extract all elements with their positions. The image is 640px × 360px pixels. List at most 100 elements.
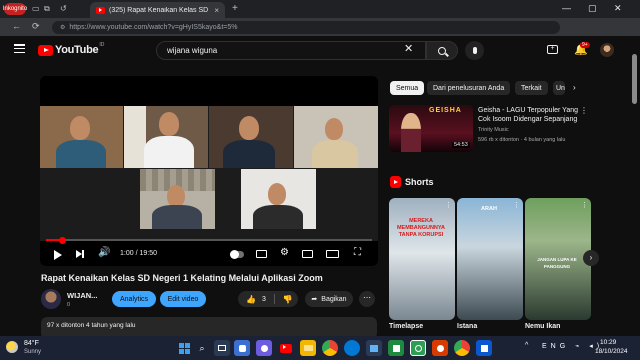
- shorts-heading: Shorts: [405, 177, 434, 187]
- dislike-thumb-icon[interactable]: 👎: [283, 295, 293, 304]
- share-button[interactable]: ➦ Bagikan: [305, 291, 353, 307]
- channel-avatar[interactable]: [41, 289, 61, 309]
- incognito-profile-button[interactable]: Inkognito: [3, 3, 27, 15]
- progress-scrubber[interactable]: [59, 236, 67, 244]
- like-dislike-group: 👍 3 👎: [238, 291, 298, 307]
- back-button[interactable]: ←: [12, 21, 21, 31]
- analytics-button[interactable]: Analytics: [112, 291, 156, 307]
- chrome-icon[interactable]: [322, 340, 338, 356]
- youtube-logo[interactable]: YouTube ID: [38, 42, 105, 56]
- zoom-meeting-video: [40, 106, 378, 241]
- voice-search-button[interactable]: [465, 41, 484, 60]
- teams-app-icon[interactable]: [476, 340, 492, 356]
- autoplay-toggle[interactable]: [230, 250, 244, 259]
- tray-overflow-chevron-icon[interactable]: ^: [525, 342, 528, 349]
- search-input-value: wijana wiguna: [167, 46, 218, 55]
- excel-icon[interactable]: [388, 340, 404, 356]
- share-label: Bagikan: [321, 295, 347, 303]
- miniplayer-icon: [302, 250, 313, 258]
- short-title[interactable]: Nemu Ikan: [525, 323, 560, 330]
- channel-name[interactable]: WIJAN...: [67, 291, 97, 300]
- settings-gear-icon[interactable]: ⚙: [280, 247, 289, 258]
- edit-video-button[interactable]: Edit video: [160, 291, 206, 307]
- create-video-icon[interactable]: +: [547, 45, 558, 54]
- short-title[interactable]: Istana: [457, 323, 477, 330]
- reload-button[interactable]: ⟳: [32, 21, 40, 32]
- short-title[interactable]: Timelapse: [389, 323, 423, 330]
- account-avatar[interactable]: [600, 43, 614, 57]
- theater-mode-button[interactable]: [326, 250, 339, 258]
- youtube-play-icon: [38, 44, 53, 56]
- shorts-next-button[interactable]: ›: [583, 250, 599, 266]
- recommended-video-title[interactable]: Geisha - LAGU Terpopuler Yang Cok Isoom …: [478, 106, 580, 124]
- fullscreen-icon[interactable]: ⛶: [354, 247, 361, 258]
- recommended-more-icon[interactable]: ⋮: [580, 106, 588, 115]
- subtitles-button[interactable]: [256, 250, 267, 258]
- new-tab-button[interactable]: +: [232, 3, 238, 14]
- search-input[interactable]: wijana wiguna: [156, 41, 426, 60]
- channel-subscriber-count: 0: [67, 302, 71, 308]
- tab-youtube[interactable]: (325) Rapat Kenaikan Kelas SD N ×: [90, 2, 225, 18]
- participant-tile: [241, 169, 316, 229]
- back-history-icon[interactable]: ↺: [60, 4, 67, 13]
- miniplayer-button[interactable]: [302, 250, 313, 258]
- chat-app-icon[interactable]: [256, 340, 272, 356]
- search-button[interactable]: [426, 41, 458, 60]
- address-bar[interactable]: ⚙ https://www.youtube.com/watch?v=gHyIS5…: [52, 21, 560, 34]
- scrollbar-thumb[interactable]: [632, 54, 637, 104]
- menu-icon[interactable]: [14, 44, 25, 53]
- window-close-button[interactable]: ✕: [614, 3, 622, 14]
- clock-time[interactable]: 10:29: [600, 339, 616, 346]
- short-more-icon[interactable]: ⋮: [445, 201, 452, 209]
- country-code: ID: [99, 42, 105, 48]
- short-card[interactable]: ARAH ⋮: [457, 198, 523, 320]
- filter-chip-from-search[interactable]: Dari penelusuran Anda: [427, 81, 511, 95]
- tray-status-icons[interactable]: ENG ⌁ ◂): [542, 342, 603, 350]
- like-thumb-icon[interactable]: 👍: [246, 295, 256, 304]
- volume-icon[interactable]: 🔊: [98, 247, 110, 258]
- short-card[interactable]: MEREKA MEMBANGUNNYA TANPA KORUPSI ⋮: [389, 198, 455, 320]
- store-icon[interactable]: [366, 340, 382, 356]
- time-display: 1:00 / 19:50: [120, 250, 157, 257]
- short-overlay-text: ARAH: [481, 206, 497, 212]
- clock-date[interactable]: 18/10/2024: [595, 348, 628, 355]
- taskbar-search-icon[interactable]: ⌕: [194, 340, 210, 356]
- tab-close-icon[interactable]: ×: [214, 6, 219, 15]
- chrome-profile-icon[interactable]: [454, 340, 470, 356]
- short-card[interactable]: JANGAN LUPA KE PANGGUNG ⋮: [525, 198, 591, 320]
- whatsapp-icon[interactable]: [410, 340, 426, 356]
- tab-list-icon[interactable]: ▭: [32, 4, 40, 13]
- like-divider: [273, 294, 275, 304]
- notification-count-badge: 9+: [580, 42, 590, 48]
- youtube-icon: [280, 343, 292, 353]
- site-info-icon[interactable]: ⚙: [60, 24, 65, 31]
- short-more-icon[interactable]: ⋮: [513, 201, 520, 209]
- powerpoint-icon[interactable]: [432, 340, 448, 356]
- weather-sun-icon[interactable]: [6, 341, 18, 353]
- filter-chip-all[interactable]: Semua: [390, 81, 425, 95]
- clear-search-icon[interactable]: ✕: [404, 42, 413, 55]
- tab-groups-icon[interactable]: ⧉: [44, 4, 50, 14]
- filter-chip-for-you[interactable]: Untuk Anda: [553, 81, 565, 95]
- recommended-channel-name[interactable]: Trinity Music: [478, 127, 509, 133]
- window-maximize-button[interactable]: ▢: [588, 3, 597, 14]
- start-button[interactable]: [176, 340, 192, 356]
- file-explorer-icon[interactable]: [300, 340, 316, 356]
- teams-icon[interactable]: [234, 340, 250, 356]
- task-view-icon[interactable]: [214, 340, 230, 356]
- window-minimize-button[interactable]: —: [562, 3, 571, 13]
- youtube-taskbar-icon[interactable]: [278, 340, 294, 356]
- video-duration-badge: 54:53: [452, 142, 470, 148]
- video-player[interactable]: 🔊 1:00 / 19:50 ⚙ ⛶: [40, 76, 378, 266]
- next-video-button[interactable]: [76, 250, 84, 258]
- weather-temperature[interactable]: 84°F: [24, 340, 39, 347]
- microphone-icon: [472, 47, 477, 54]
- edge-icon[interactable]: [344, 340, 360, 356]
- progress-bar[interactable]: [46, 236, 372, 244]
- browser-toolbar: ← ⟳ ⚙ https://www.youtube.com/watch?v=gH…: [0, 18, 640, 36]
- chips-next-icon[interactable]: ›: [573, 83, 576, 92]
- play-button[interactable]: [54, 250, 62, 260]
- filter-chip-related[interactable]: Terkait: [515, 81, 548, 95]
- more-actions-button[interactable]: ⋯: [359, 291, 375, 307]
- short-more-icon[interactable]: ⋮: [581, 201, 588, 209]
